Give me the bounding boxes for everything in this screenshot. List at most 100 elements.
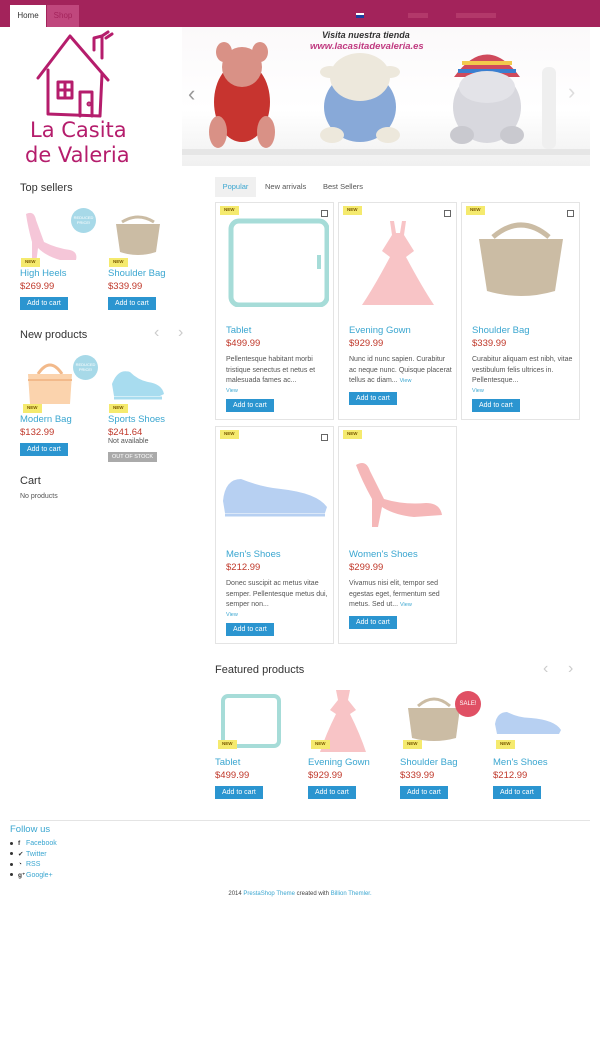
product-description: Vivamus nisi elit, tempor sed egestas eg… <box>349 579 453 611</box>
top-sellers-title: Top sellers <box>20 182 73 194</box>
add-to-cart-button[interactable]: Add to cart <box>349 616 397 629</box>
evening-gown-image[interactable] <box>344 217 452 307</box>
product-name[interactable]: Modern Bag <box>20 414 100 425</box>
view-link[interactable]: View <box>400 378 412 384</box>
top-seller-item: NEW Shoulder Bag $339.99 Add to cart <box>108 208 188 310</box>
logo-line-2: de Valeria <box>25 143 130 167</box>
add-to-cart-button[interactable]: Add to cart <box>349 392 397 405</box>
product-name[interactable]: Men's Shoes <box>226 549 330 560</box>
social-facebook[interactable]: f Facebook <box>10 839 57 850</box>
bullet <box>10 873 13 877</box>
product-name[interactable]: High Heels <box>20 268 100 279</box>
social-twitter[interactable]: ✔ Twitter <box>10 850 57 861</box>
header-link-hidden-2[interactable] <box>456 13 496 18</box>
new-product-item: REDUCED PRICE! NEW Modern Bag $132.99 Ad… <box>20 354 100 456</box>
site-logo[interactable]: La Casita de Valeria <box>20 30 140 168</box>
view-link[interactable]: View <box>226 388 330 394</box>
product-description: Pellentesque habitant morbi tristique se… <box>226 355 330 387</box>
product-card: NEW Evening Gown $929.99 Nunc id nunc sa… <box>338 202 457 420</box>
add-to-cart-button[interactable]: Add to cart <box>108 297 156 310</box>
product-name[interactable]: Shoulder Bag <box>400 757 480 768</box>
new-badge: NEW <box>218 740 237 749</box>
product-image[interactable]: NEW <box>493 690 573 755</box>
tab-popular[interactable]: Popular <box>215 177 256 197</box>
new-badge: NEW <box>343 430 362 439</box>
nav-shop[interactable]: Shop <box>47 5 79 27</box>
mens-shoes-image[interactable] <box>221 441 329 531</box>
product-price: $499.99 <box>226 338 261 349</box>
add-to-cart-button[interactable]: Add to cart <box>215 786 263 799</box>
product-name[interactable]: Shoulder Bag <box>472 325 576 336</box>
view-link[interactable]: View <box>472 388 576 394</box>
product-name[interactable]: Shoulder Bag <box>108 268 188 279</box>
product-name[interactable]: Tablet <box>215 757 295 768</box>
google-plus-link[interactable]: Google+ <box>26 872 53 879</box>
created-with-text: created with <box>296 891 330 897</box>
add-to-cart-button[interactable]: Add to cart <box>308 786 356 799</box>
add-to-cart-button[interactable]: Add to cart <box>20 443 68 456</box>
view-link[interactable]: View <box>226 612 330 618</box>
compare-checkbox[interactable] <box>567 210 574 217</box>
tab-new-arrivals[interactable]: New arrivals <box>265 177 306 197</box>
product-name[interactable]: Women's Shoes <box>349 549 453 560</box>
add-to-cart-button[interactable]: Add to cart <box>226 623 274 636</box>
product-name[interactable]: Men's Shoes <box>493 757 573 768</box>
product-image[interactable]: SALE! NEW <box>400 690 481 755</box>
product-price: $339.99 <box>108 281 143 292</box>
product-price: $929.99 <box>349 338 384 349</box>
product-name[interactable]: Evening Gown <box>349 325 453 336</box>
bullet <box>10 841 13 845</box>
header-link-hidden[interactable] <box>408 13 428 18</box>
twitter-link[interactable]: Twitter <box>26 851 47 858</box>
new-products-next-icon[interactable]: › <box>178 325 183 341</box>
product-name[interactable]: Tablet <box>226 325 330 336</box>
twitter-icon: ✔ <box>18 850 24 858</box>
product-name[interactable]: Evening Gown <box>308 757 388 768</box>
description-text: Curabitur aliquam est nibh, vitae vestib… <box>472 356 573 384</box>
product-image[interactable]: NEW <box>108 208 188 267</box>
rss-link[interactable]: RSS <box>26 861 40 868</box>
new-products-prev-icon[interactable]: ‹ <box>154 325 159 341</box>
featured-item: NEW Evening Gown $929.99 Add to cart <box>308 690 388 799</box>
facebook-link[interactable]: Facebook <box>26 840 57 847</box>
featured-prev-icon[interactable]: ‹ <box>543 661 548 677</box>
tablet-image[interactable] <box>221 217 329 307</box>
product-image[interactable]: NEW <box>308 690 388 755</box>
tab-best-sellers[interactable]: Best Sellers <box>323 177 363 197</box>
new-badge: NEW <box>220 206 239 215</box>
slider-next-icon[interactable]: › <box>568 81 575 103</box>
compare-checkbox[interactable] <box>321 434 328 441</box>
product-image[interactable]: REDUCED PRICE! NEW <box>20 208 100 267</box>
product-card: NEW Men's Shoes $212.99 Donec suscipit a… <box>215 426 334 644</box>
featured-item: NEW Men's Shoes $212.99 Add to cart <box>493 690 573 799</box>
product-description: Curabitur aliquam est nibh, vitae vestib… <box>472 355 576 387</box>
themler-link[interactable]: Billion Themler. <box>331 891 372 897</box>
social-rss[interactable]: ◔ RSS <box>10 860 57 871</box>
product-image[interactable]: NEW <box>215 690 295 755</box>
prestashop-theme-link[interactable]: PrestaShop Theme <box>243 891 295 897</box>
social-google-plus[interactable]: g⁺Google+ <box>10 871 57 882</box>
availability-text: Not available <box>108 438 149 445</box>
view-link[interactable]: View <box>400 602 412 608</box>
womens-shoes-image[interactable] <box>344 441 452 531</box>
bullet <box>10 862 13 866</box>
add-to-cart-button[interactable]: Add to cart <box>226 399 274 412</box>
compare-checkbox[interactable] <box>444 210 451 217</box>
slider-prev-icon[interactable]: ‹ <box>188 83 195 105</box>
product-name[interactable]: Sports Shoes <box>108 414 188 425</box>
nav-home[interactable]: Home <box>10 5 46 27</box>
product-image[interactable]: REDUCED PRICE! NEW <box>20 354 100 413</box>
add-to-cart-button[interactable]: Add to cart <box>493 786 541 799</box>
add-to-cart-button[interactable]: Add to cart <box>20 297 68 310</box>
compare-checkbox[interactable] <box>321 210 328 217</box>
banner-text-line-2[interactable]: www.lacasitadevaleria.es <box>310 41 424 52</box>
copyright: 2014 PrestaShop Theme created with Billi… <box>0 891 600 897</box>
featured-next-icon[interactable]: › <box>568 661 573 677</box>
language-flag-icon[interactable] <box>356 13 364 18</box>
cart-title[interactable]: Cart <box>20 475 41 487</box>
hero-slider[interactable]: Visita nuestra tienda www.lacasitadevale… <box>182 27 590 166</box>
shoulder-bag-image[interactable] <box>467 217 575 307</box>
add-to-cart-button[interactable]: Add to cart <box>400 786 448 799</box>
product-image[interactable]: NEW <box>108 354 188 413</box>
add-to-cart-button[interactable]: Add to cart <box>472 399 520 412</box>
